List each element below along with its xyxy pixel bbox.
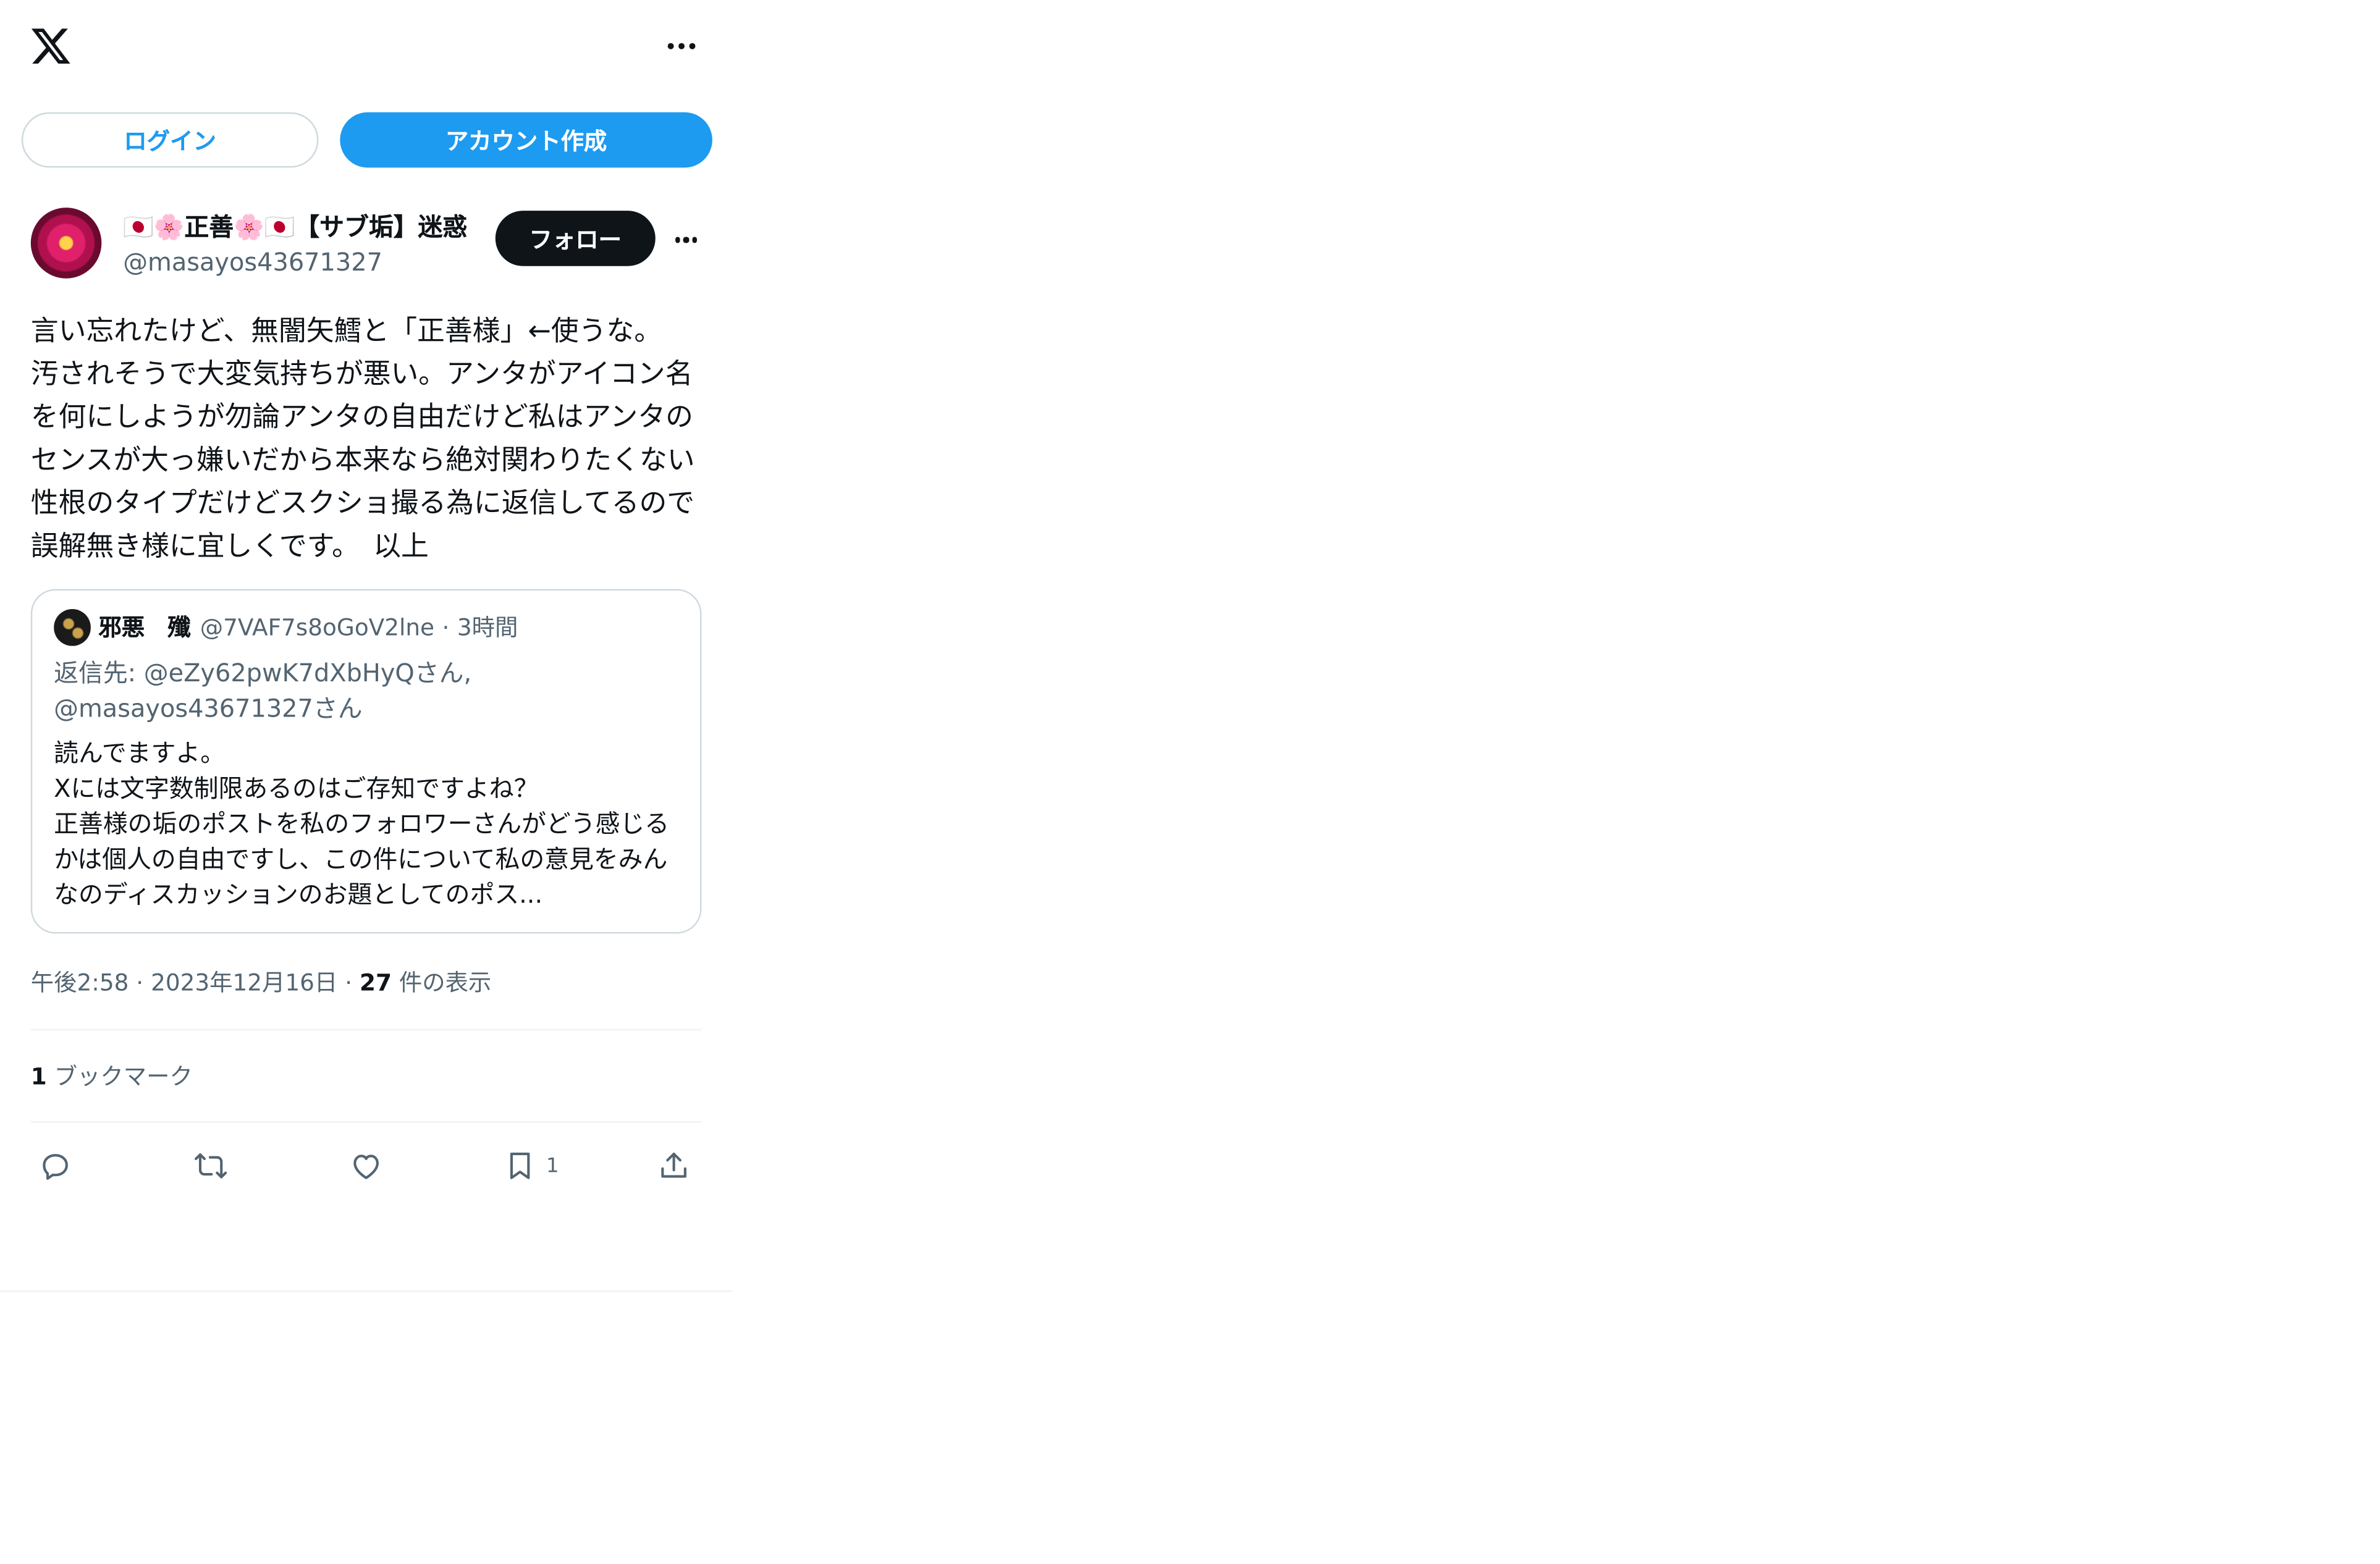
more-horizontal-icon[interactable] <box>662 31 702 62</box>
signup-button[interactable]: アカウント作成 <box>340 112 712 168</box>
post-meta: 午後2:58 · 2023年12月16日 · 27 件の表示 <box>31 967 702 998</box>
bookmark-stat[interactable]: 1 ブックマーク <box>31 1030 702 1121</box>
quoted-post-header: 邪悪 殲 @7VAF7s8oGoV2lne · 3時間 <box>54 609 678 646</box>
post-text: 言い忘れたけど、無闇矢鱈と「正善様」←使うな。 汚されそうで大変気持ちが悪い。ア… <box>30 315 695 563</box>
meta-separator: · <box>136 969 144 997</box>
quoted-avatar <box>54 609 91 646</box>
top-bar <box>0 0 732 92</box>
views-label: 件の表示 <box>399 969 492 997</box>
bottom-border <box>0 1290 733 1292</box>
meta-separator: · <box>345 969 353 997</box>
quoted-author-handle: @7VAF7s8oGoV2lne <box>200 613 435 642</box>
x-logo-icon[interactable] <box>29 25 72 68</box>
app-root: ログイン アカウント作成 🇯🇵🌸正善🌸🇯🇵【サブ垢】迷惑 @masayos436… <box>0 0 733 1292</box>
bookmark-stat-label: ブックマーク <box>54 1062 193 1091</box>
repost-button[interactable] <box>194 1148 228 1185</box>
like-button[interactable] <box>349 1148 383 1185</box>
quoted-reply-to: 返信先: @eZy62pwK7dXbHyQさん, @masayos4367132… <box>54 658 472 723</box>
author-name[interactable]: 🇯🇵🌸正善🌸🇯🇵【サブ垢】迷惑 <box>123 211 483 245</box>
login-button[interactable]: ログイン <box>21 112 319 168</box>
post-date[interactable]: 2023年12月16日 <box>151 969 337 997</box>
post: 🇯🇵🌸正善🌸🇯🇵【サブ垢】迷惑 @masayos43671327 フォロー 言い… <box>0 188 732 1209</box>
auth-row: ログイン アカウント作成 <box>0 92 732 187</box>
bookmark-count: 1 <box>546 1154 559 1178</box>
heart-icon <box>353 1154 379 1179</box>
follow-button[interactable]: フォロー <box>495 211 656 266</box>
share-button[interactable] <box>657 1148 691 1185</box>
quoted-text: 読んでますよ。 Xには文字数制限あるのはご存知ですよね？ 正善様の垢のポストを私… <box>54 738 670 909</box>
author-handle[interactable]: @masayos43671327 <box>123 246 382 280</box>
bookmark-button[interactable]: 1 <box>503 1148 559 1185</box>
views-count: 27 <box>359 969 392 997</box>
share-icon <box>661 1152 686 1178</box>
quoted-post[interactable]: 邪悪 殲 @7VAF7s8oGoV2lne · 3時間 返信先: @eZy62p… <box>30 589 702 934</box>
repost-icon <box>195 1153 227 1179</box>
reply-icon <box>43 1154 68 1180</box>
author-row: 🇯🇵🌸正善🌸🇯🇵【サブ垢】迷惑 @masayos43671327 フォロー <box>30 188 702 280</box>
post-more-icon[interactable] <box>671 225 702 256</box>
quoted-time: 3時間 <box>457 613 518 642</box>
bookmark-stat-count: 1 <box>30 1062 47 1091</box>
bookmark-icon <box>510 1152 530 1179</box>
avatar[interactable] <box>30 208 102 279</box>
quoted-author-name: 邪悪 殲 <box>98 613 191 642</box>
action-bar: 1 <box>31 1123 702 1209</box>
quoted-separator: · <box>442 613 450 642</box>
post-time[interactable]: 午後2:58 <box>31 969 129 997</box>
reply-button[interactable] <box>38 1148 72 1185</box>
